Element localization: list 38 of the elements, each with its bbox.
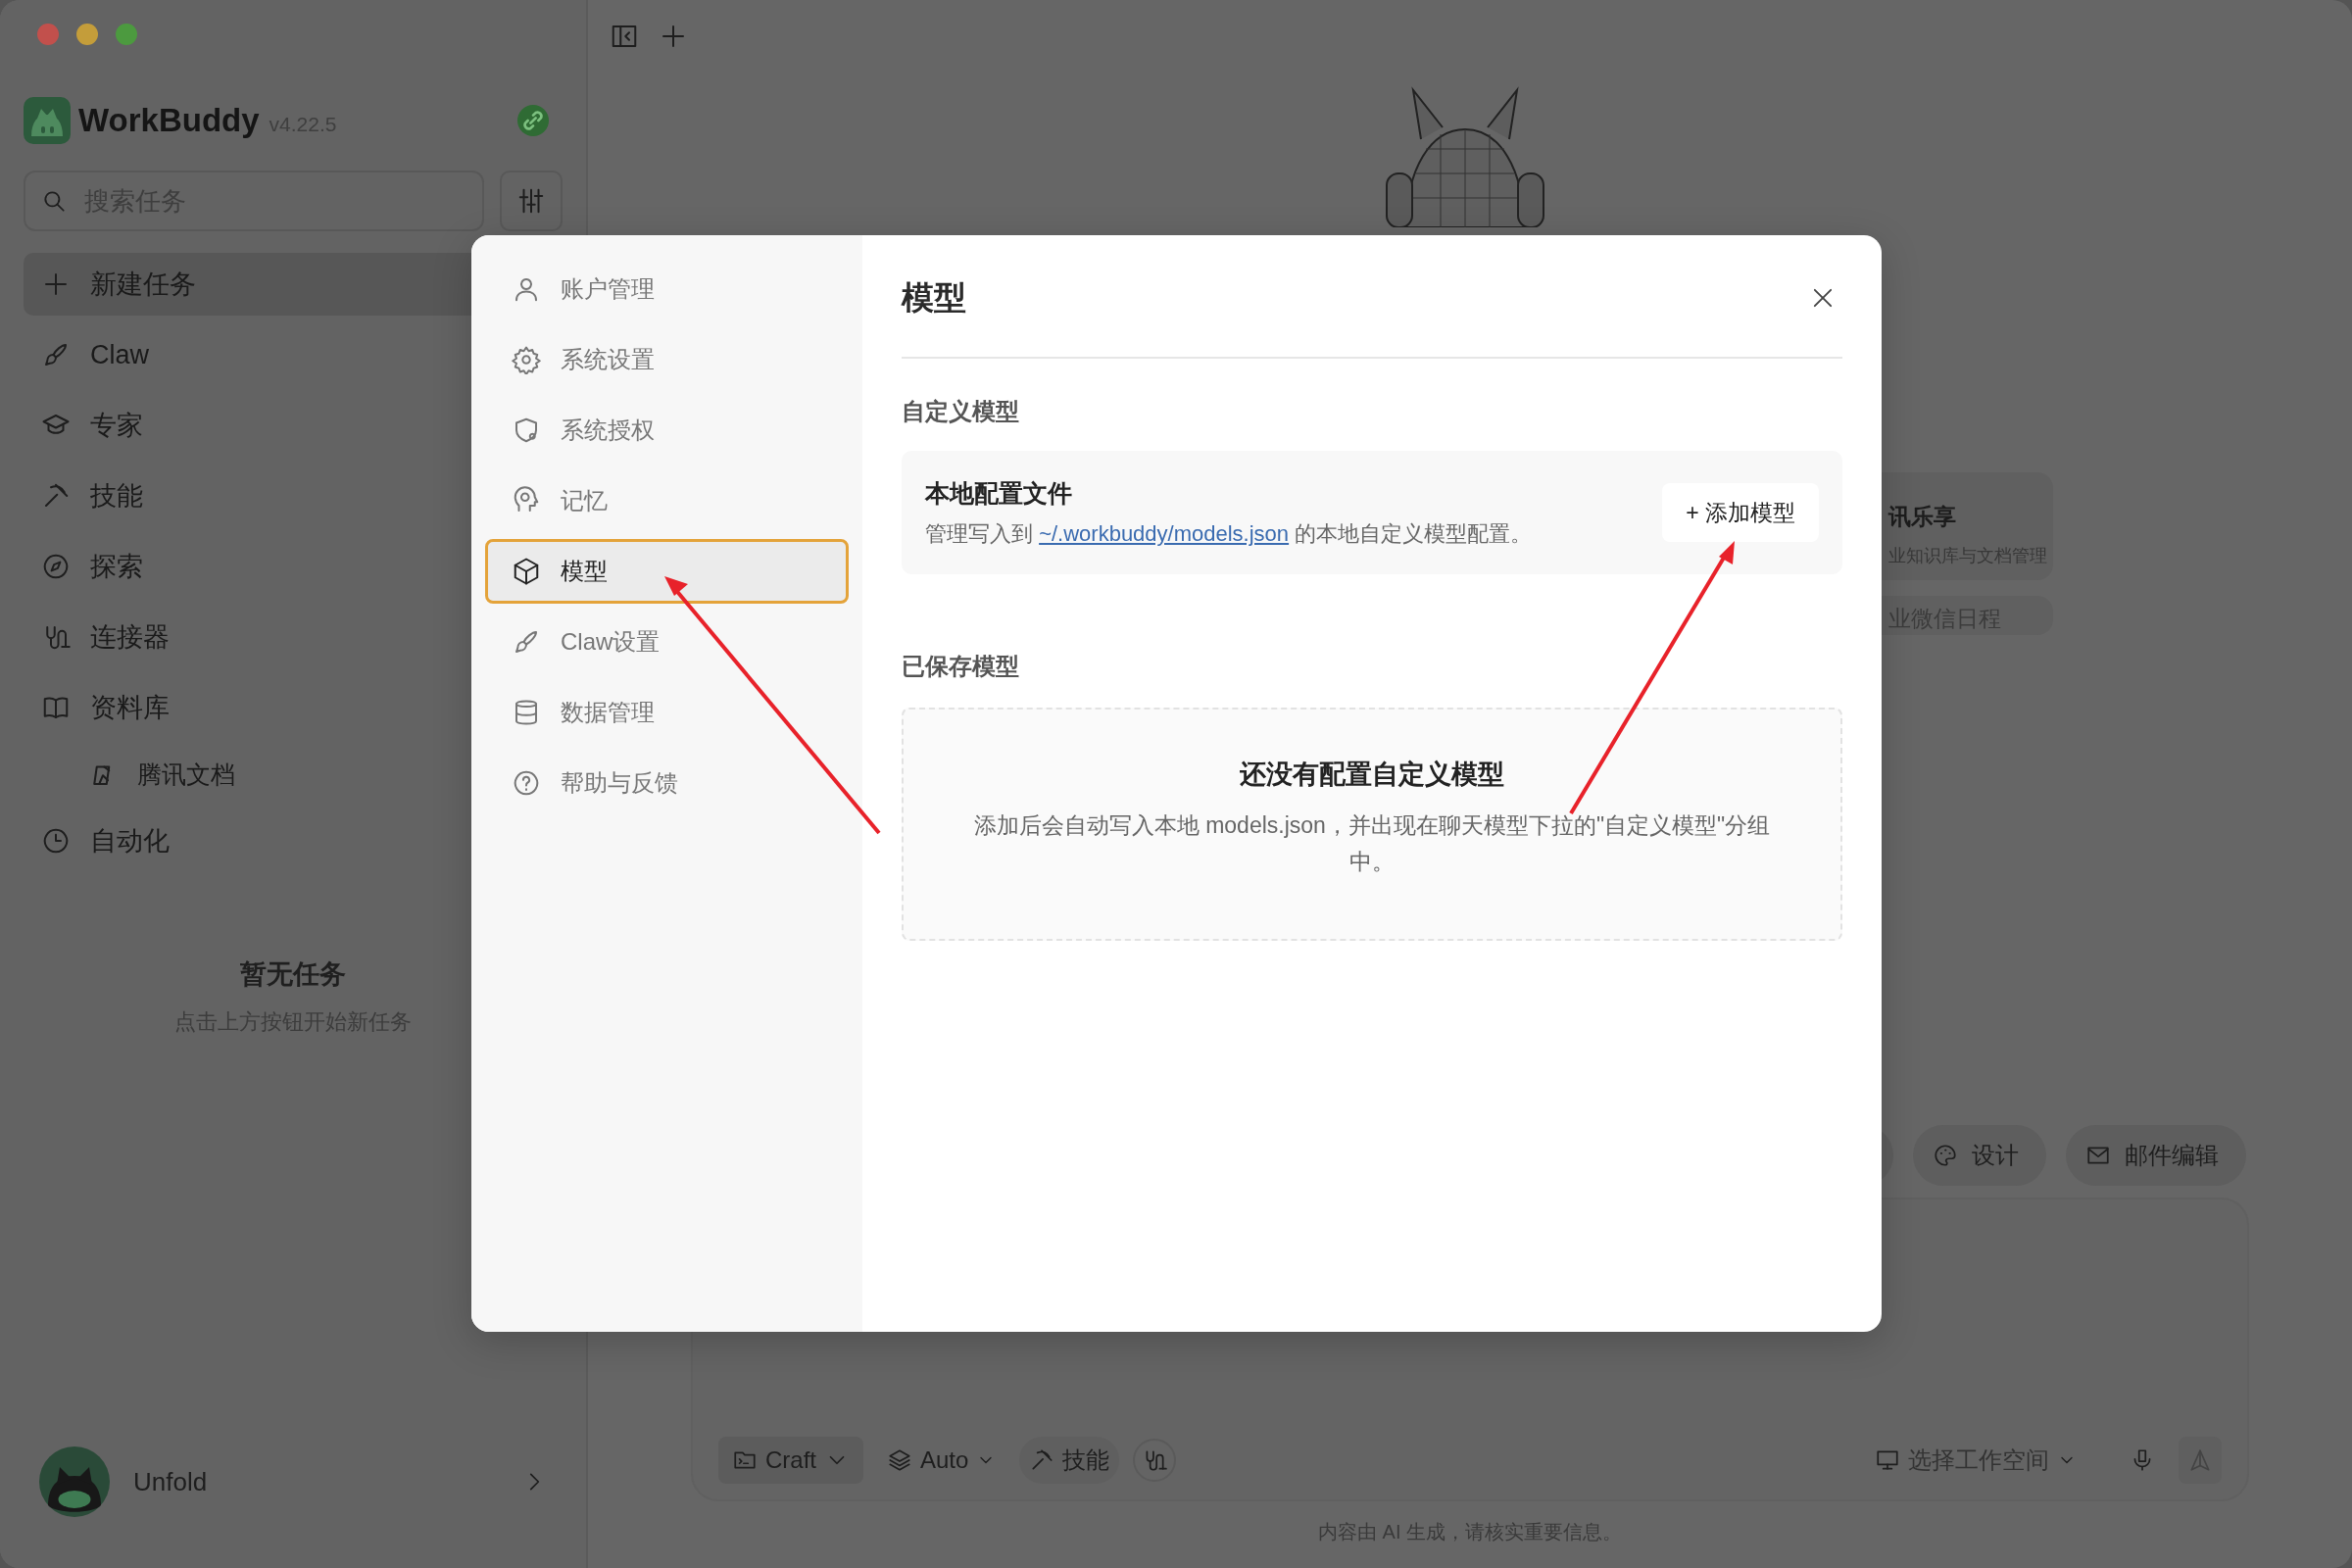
app-logo-icon — [24, 97, 71, 144]
minimize-window-button[interactable] — [76, 24, 98, 45]
clock-icon — [41, 826, 71, 856]
config-title: 本地配置文件 — [925, 477, 1073, 509]
user-name[interactable]: Unfold — [133, 1466, 208, 1497]
layers-icon — [887, 1447, 912, 1473]
model-dropdown[interactable]: Auto — [877, 1437, 1006, 1484]
shortcut-chip[interactable]: 邮件编辑 — [2066, 1125, 2246, 1186]
search-icon — [41, 188, 67, 214]
settings-nav-item[interactable]: 模型 — [485, 539, 849, 604]
shortcut-chip[interactable]: 设计 — [1913, 1125, 2046, 1186]
zoom-window-button[interactable] — [116, 24, 137, 45]
connector-button[interactable] — [1133, 1439, 1177, 1482]
empty-models-hint: 添加后会自动写入本地 models.json，并出现在聊天模型下拉的"自定义模型"分组中。 — [972, 811, 1772, 876]
link-icon[interactable] — [517, 105, 549, 136]
settings-nav-item[interactable]: 记忆 — [485, 468, 849, 533]
dialog-title: 模型 — [902, 277, 966, 318]
empty-models-title: 还没有配置自定义模型 — [1240, 759, 1504, 792]
help-icon — [512, 768, 541, 798]
section-heading: 已保存模型 — [902, 652, 1020, 681]
add-model-button[interactable]: + 添加模型 — [1662, 483, 1819, 542]
mode-dropdown[interactable]: Craft — [718, 1437, 863, 1484]
empty-title: 暂无任务 — [240, 958, 346, 991]
compass-icon — [41, 552, 71, 581]
send-button[interactable] — [2179, 1437, 2222, 1484]
avatar-icon — [39, 1446, 110, 1517]
skills-button[interactable]: 技能 — [1019, 1437, 1120, 1484]
section-heading: 自定义模型 — [902, 397, 1020, 426]
palette-icon — [1933, 1143, 1958, 1168]
config-description: 管理写入到 ~/.workbuddy/models.json 的本地自定义模型配置。 — [925, 519, 1534, 548]
monitor-icon — [1875, 1447, 1900, 1473]
filter-button[interactable] — [500, 171, 563, 231]
config-path-link[interactable]: ~/.workbuddy/models.json — [1039, 520, 1290, 546]
app-name: WorkBuddy — [78, 102, 260, 139]
quick-card-title: 讯乐享 — [1888, 503, 1957, 531]
cube-icon — [512, 557, 541, 586]
sliders-icon — [516, 186, 546, 216]
settings-icon — [512, 345, 541, 374]
